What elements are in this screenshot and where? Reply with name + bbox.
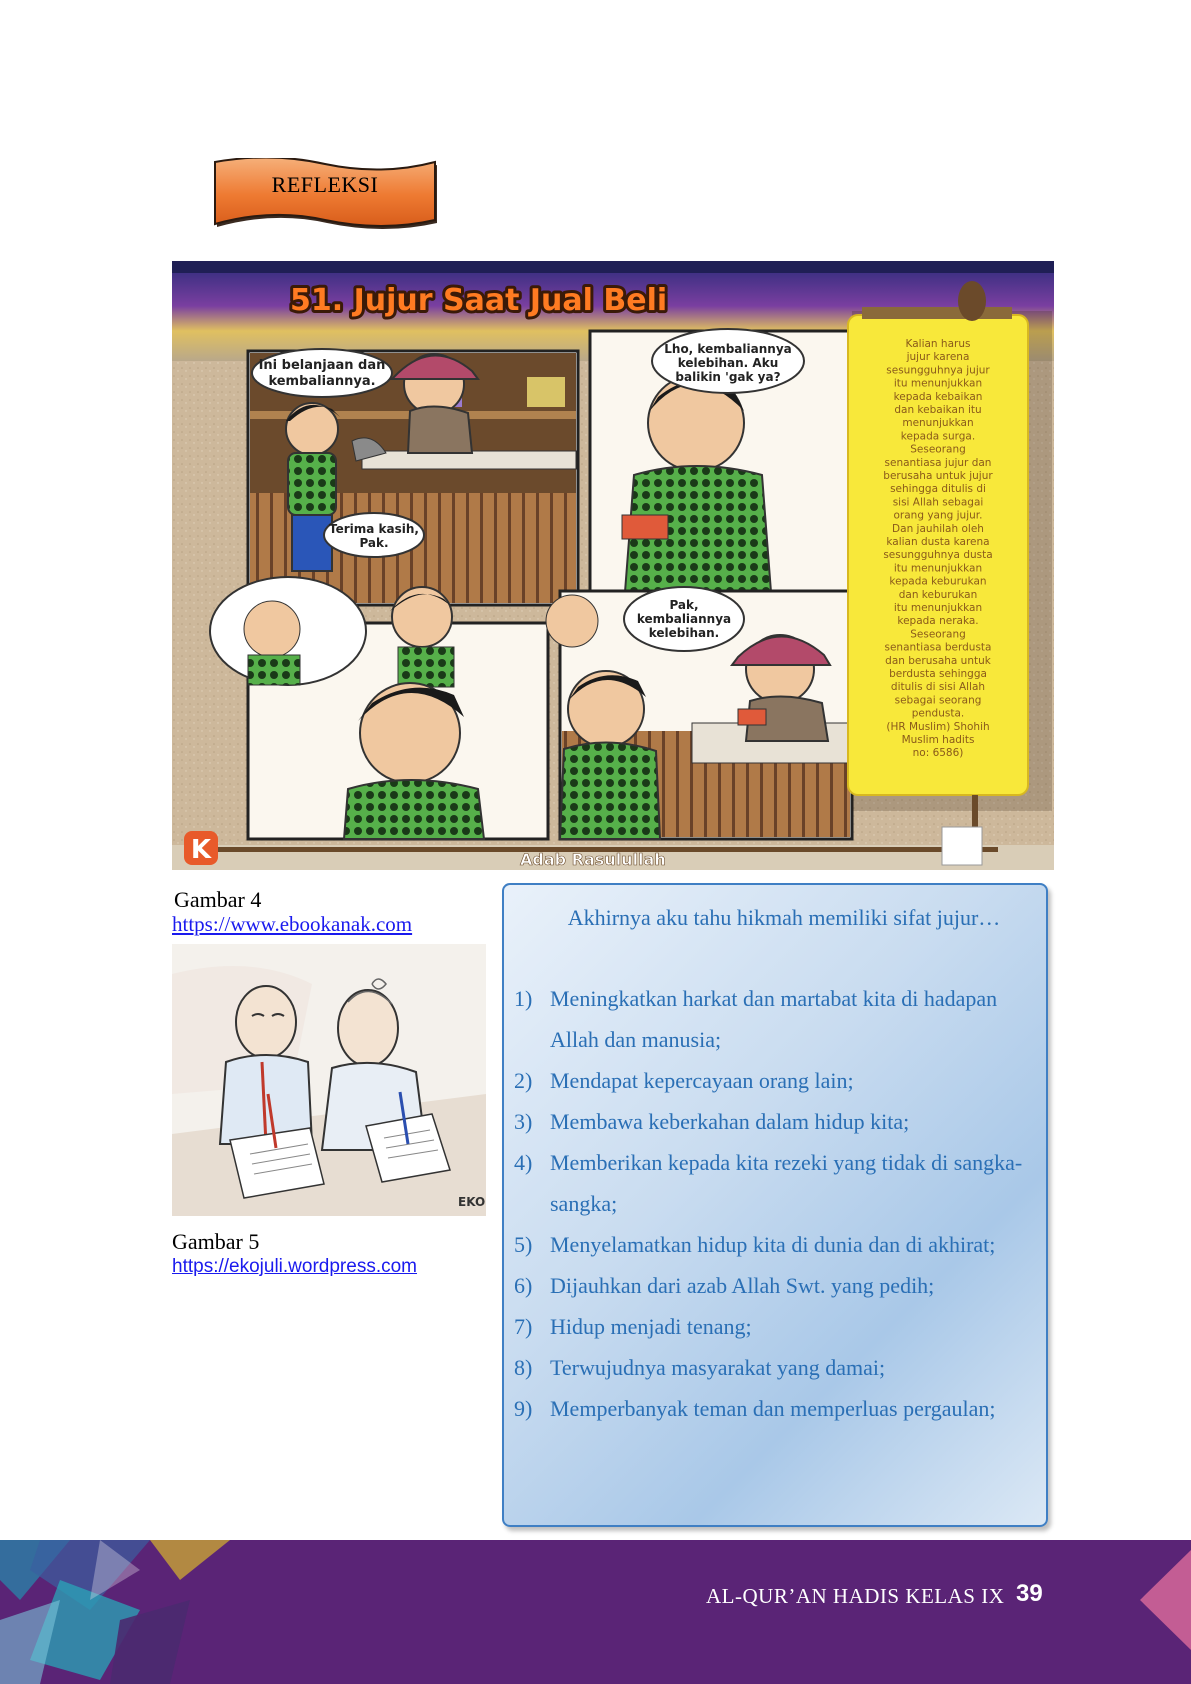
wisdom-item-text: Menyelamatkan hidup kita di dunia dan di… <box>550 1232 996 1257</box>
side-note-line: no: 6586) <box>913 747 964 759</box>
comic-illustration: 51. Jujur Saat Jual Beli 51. Jujur Saat … <box>172 261 1054 870</box>
wisdom-item: 7) Hidup menjadi tenang; <box>514 1306 1034 1347</box>
side-note-line: sehingga ditulis di <box>890 483 986 495</box>
wisdom-item: 2) Mendapat kepercayaan orang lain; <box>514 1060 1034 1101</box>
wisdom-item: 1) Meningkatkan harkat dan martabat kita … <box>514 978 1034 1060</box>
svg-text:Pak,: Pak, <box>669 598 698 612</box>
side-note-line: sesungguhnya dusta <box>883 549 992 561</box>
wisdom-item-number: 1) <box>514 986 533 1011</box>
side-note-line: kepada neraka. <box>897 615 978 627</box>
wisdom-item-number: 2) <box>514 1068 533 1093</box>
wisdom-item-number: 5) <box>514 1232 533 1257</box>
comic-title: 51. Jujur Saat Jual Beli 51. Jujur Saat … <box>287 280 670 321</box>
side-note-line: Dan jauhilah oleh <box>892 523 984 535</box>
hadith-side-note-text: Kalian harusjujur karenasesungguhnya juj… <box>883 338 993 759</box>
figure-4-source-link[interactable]: https://www.ebookanak.com <box>172 912 412 937</box>
comic-footer-text: Adab Rasulullah <box>520 850 666 869</box>
side-note-line: berdusta sehingga <box>889 668 987 680</box>
side-note-line: jujur karena <box>906 351 970 363</box>
figure-5-caption: Gambar 5 <box>172 1229 260 1254</box>
svg-text:kembaliannya.: kembaliannya. <box>268 374 375 389</box>
comic-panel-1: Ini belanjaan dan kembaliannya. Terima k… <box>246 348 580 607</box>
wisdom-item: 8) Terwujudnya masyarakat yang damai; <box>514 1347 1034 1388</box>
wisdom-item-text: Hidup menjadi tenang; <box>550 1314 752 1339</box>
svg-text:Terima kasih,: Terima kasih, <box>329 522 419 536</box>
svg-text:kelebihan. Aku: kelebihan. Aku <box>678 356 778 370</box>
wisdom-item-number: 4) <box>514 1150 533 1175</box>
wisdom-intro-text: Akhirnya aku tahu hikmah memiliki sifat … <box>567 905 1001 930</box>
side-note-line: sisi Allah sebagai <box>893 496 984 508</box>
reflection-banner: REFLEKSI <box>212 158 438 230</box>
wisdom-list: 1) Meningkatkan harkat dan martabat kita … <box>514 978 1034 1429</box>
side-note-line: menunjukkan <box>902 417 973 429</box>
side-note-line: kepada surga. <box>901 430 975 442</box>
side-note-line: dan berusaha untuk <box>885 655 992 667</box>
honesty-wisdom-box: Akhirnya aku tahu hikmah memiliki sifat … <box>502 883 1048 1527</box>
side-note-line: pendusta. <box>912 708 964 720</box>
wisdom-item-number: 7) <box>514 1314 533 1339</box>
side-note-line: Kalian harus <box>906 338 971 350</box>
page-number: 39 <box>1016 1580 1043 1607</box>
page-footer: AL-QUR’AN HADIS KELAS IX 39 <box>0 1540 1191 1684</box>
wisdom-item: 6) Dijauhkan dari azab Allah Swt. yang pe… <box>514 1265 1034 1306</box>
sketch-signature: EKO <box>458 1195 485 1209</box>
wisdom-item: 3) Membawa keberkahan dalam hidup kita; <box>514 1101 1034 1142</box>
figure-5-source-link[interactable]: https://ekojuli.wordpress.com <box>172 1256 417 1278</box>
wisdom-item-text: Membawa keberkahan dalam hidup kita; <box>550 1109 910 1134</box>
wisdom-item-text: Meningkatkan harkat dan martabat kita di… <box>550 986 998 1052</box>
side-note-line: kalian dusta karena <box>886 536 989 548</box>
footer-decoration <box>0 1540 1191 1684</box>
side-note-line: dan kebaikan itu <box>894 404 981 416</box>
side-note-line: orang yang jujur. <box>894 510 983 522</box>
svg-text:51. Jujur Saat Jual Beli: 51. Jujur Saat Jual Beli <box>290 283 667 318</box>
qr-code-icon <box>941 826 983 866</box>
side-note-line: senantiasa jujur dan <box>885 457 992 469</box>
wisdom-item: 9) Memperbanyak teman dan memperluas perg… <box>514 1388 1034 1429</box>
svg-text:Ini belanjaan dan: Ini belanjaan dan <box>259 358 386 373</box>
wisdom-item: 4) Memberikan kepada kita rezeki yang tid… <box>514 1142 1034 1224</box>
wisdom-item-number: 8) <box>514 1355 533 1380</box>
side-note-line: kepada keburukan <box>889 576 986 588</box>
side-note-line: Seseorang <box>910 444 966 456</box>
exam-sketch-illustration: EKO <box>172 944 486 1216</box>
side-note-line: senantiasa berdusta <box>885 642 992 654</box>
banner-title: REFLEKSI <box>271 172 379 197</box>
book-title: AL-QUR’AN HADIS KELAS IX <box>706 1584 1005 1608</box>
comic-panel-2: Lho, kembaliannya kelebihan. Aku balikin… <box>588 328 854 607</box>
side-note-line: itu menunjukkan <box>894 562 982 574</box>
wisdom-item-text: Terwujudnya masyarakat yang damai; <box>550 1355 886 1380</box>
wisdom-item-number: 9) <box>514 1396 533 1421</box>
svg-text:K: K <box>191 835 212 865</box>
side-note-line: dan keburukan <box>899 589 978 601</box>
wisdom-item-text: Dijauhkan dari azab Allah Swt. yang pedi… <box>550 1273 935 1298</box>
comic-logo-icon: K <box>184 831 218 865</box>
side-note-line: sesungguhnya jujur <box>886 364 990 376</box>
side-note-line: Muslim hadits <box>902 734 975 746</box>
side-note-line: kepada kebaikan <box>894 391 983 403</box>
wisdom-item: 5) Menyelamatkan hidup kita di dunia dan … <box>514 1224 1034 1265</box>
side-note-line: berusaha untuk jujur <box>883 470 993 482</box>
wisdom-item-number: 6) <box>514 1273 533 1298</box>
side-note-line: (HR Muslim) Shohih <box>886 721 989 733</box>
comic-panel-4: Pak, kembaliannya kelebihan. <box>545 586 854 841</box>
side-note-line: ditulis di sisi Allah <box>891 681 985 693</box>
side-note-line: sebagai seorang <box>895 694 982 706</box>
svg-text:kembaliannya: kembaliannya <box>637 612 731 626</box>
svg-text:kelebihan.: kelebihan. <box>649 626 720 640</box>
wisdom-item-text: Memperbanyak teman dan memperluas pergau… <box>550 1396 996 1421</box>
side-note-line: itu menunjukkan <box>894 378 982 390</box>
svg-text:Pak.: Pak. <box>359 536 388 550</box>
wisdom-item-text: Memberikan kepada kita rezeki yang tidak… <box>550 1150 1023 1216</box>
side-note-line: itu menunjukkan <box>894 602 982 614</box>
side-note-line: Seseorang <box>910 628 966 640</box>
svg-text:balikin 'gak ya?: balikin 'gak ya? <box>675 370 780 384</box>
figure-4-caption: Gambar 4 <box>174 887 262 912</box>
wisdom-item-number: 3) <box>514 1109 533 1134</box>
wisdom-item-text: Mendapat kepercayaan orang lain; <box>550 1068 854 1093</box>
svg-text:Lho, kembaliannya: Lho, kembaliannya <box>664 342 792 356</box>
